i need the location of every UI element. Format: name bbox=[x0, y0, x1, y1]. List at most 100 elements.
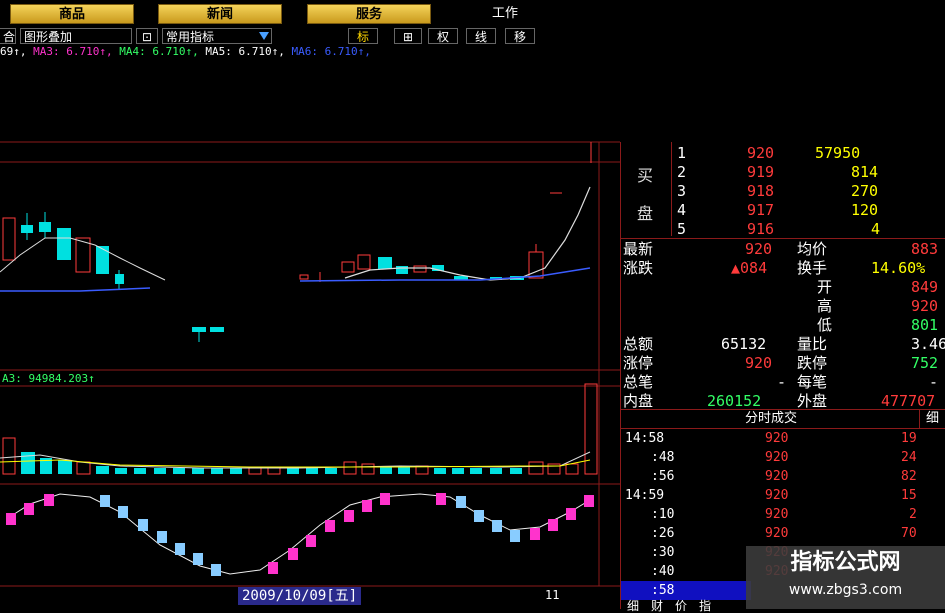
low-value: 801 bbox=[911, 316, 939, 334]
stat-row: 涨停 920 跌停 752 bbox=[621, 354, 945, 373]
tab-products[interactable]: 商品 bbox=[10, 4, 134, 24]
volume-ma-label: A3: 94984.203↑ bbox=[2, 372, 95, 385]
tab-news[interactable]: 新闻 bbox=[158, 4, 282, 24]
ma-prefix: 69↑, bbox=[0, 45, 27, 58]
orderbook-row[interactable]: 5 916 4 bbox=[621, 220, 945, 239]
candle bbox=[210, 327, 224, 332]
limit-up-value: 920 bbox=[745, 354, 773, 372]
toolbar-item-combine[interactable]: 合 bbox=[0, 28, 16, 44]
tick-row: 14:59 920 15 bbox=[621, 486, 945, 505]
volume: 814 bbox=[851, 163, 879, 181]
ticks-detail-tab[interactable]: 细 bbox=[919, 410, 939, 428]
chart-toolbar: 合 图形叠加 ⊡ 常用指标 标 ⊞ 权 线 移 bbox=[0, 28, 535, 44]
open-label: 开 bbox=[817, 278, 833, 296]
mark-button[interactable]: 标 bbox=[348, 28, 378, 44]
chevron-down-icon bbox=[259, 32, 269, 40]
tab-finance[interactable]: 财 bbox=[651, 600, 663, 612]
open-value: 849 bbox=[911, 278, 939, 296]
candle bbox=[2, 217, 16, 261]
ma-line-blue-2 bbox=[299, 267, 591, 282]
limit-up-label: 涨停 bbox=[623, 354, 654, 372]
volume: 4 bbox=[871, 220, 881, 238]
tick-time: :30 bbox=[651, 545, 675, 560]
orderbook-row[interactable]: 4 917 120 bbox=[621, 201, 945, 220]
stat-row: 高 920 bbox=[621, 297, 945, 316]
ticks-header: 分时成交 细 bbox=[621, 409, 945, 429]
lock-icon[interactable]: ⊡ bbox=[136, 28, 158, 44]
ma3-label: MA3: 6.710↑, bbox=[33, 45, 113, 58]
tick-time: :56 bbox=[651, 469, 675, 484]
total-amount-value: 65132 bbox=[721, 335, 767, 353]
price: 920 bbox=[747, 144, 775, 162]
rights-button[interactable]: 权 bbox=[428, 28, 458, 44]
tab-workspace[interactable]: 工作 bbox=[470, 4, 540, 24]
grid-icon[interactable]: ⊞ bbox=[394, 28, 422, 44]
candle bbox=[413, 265, 427, 273]
ma-line-white bbox=[0, 237, 166, 281]
tab-services[interactable]: 服务 bbox=[307, 4, 431, 24]
per-tick-label: 每笔 bbox=[797, 373, 828, 391]
per-tick-value: - bbox=[929, 373, 939, 391]
low-label: 低 bbox=[817, 316, 833, 334]
stat-row: 开 849 bbox=[621, 278, 945, 297]
volume-bars bbox=[2, 383, 598, 475]
divider bbox=[621, 238, 945, 239]
tick-price: 920 bbox=[765, 507, 789, 522]
ma-line-blue bbox=[0, 287, 151, 292]
line-button[interactable]: 线 bbox=[466, 28, 496, 44]
tick-time: :10 bbox=[651, 507, 675, 522]
orderbook-row[interactable]: 2 919 814 bbox=[621, 163, 945, 182]
candle bbox=[378, 257, 392, 269]
candle bbox=[96, 246, 109, 274]
tick-time: 14:59 bbox=[625, 488, 665, 503]
indicator-select-label: 常用指标 bbox=[166, 30, 215, 44]
candle bbox=[396, 266, 408, 274]
ma5-label: MA5: 6.710↑, bbox=[205, 45, 285, 58]
tick-volume: 2 bbox=[909, 507, 917, 522]
candle bbox=[57, 228, 71, 260]
tick-price: 920 bbox=[765, 431, 789, 446]
tab-price[interactable]: 价 bbox=[675, 600, 687, 612]
level: 3 bbox=[677, 182, 687, 200]
stat-row: 涨跌 ▲084 换手 14.60% bbox=[621, 259, 945, 278]
price: 916 bbox=[747, 220, 775, 238]
price: 919 bbox=[747, 163, 775, 181]
level: 1 bbox=[677, 144, 687, 162]
candle bbox=[357, 254, 371, 270]
date-label: 2009/10/09[五] bbox=[238, 587, 362, 605]
volume-ma-yellow bbox=[0, 459, 591, 468]
volume: 120 bbox=[851, 201, 879, 219]
stat-row: 总额 65132 量比 3.46 bbox=[621, 335, 945, 354]
tab-detail[interactable]: 细 bbox=[627, 600, 639, 612]
stat-row: 总笔 - 每笔 - bbox=[621, 373, 945, 392]
total-amount-label: 总额 bbox=[623, 335, 654, 353]
total-ticks-label: 总笔 bbox=[623, 373, 654, 391]
turnover-label: 换手 bbox=[797, 259, 828, 277]
tick-time: 14:58 bbox=[625, 431, 665, 446]
overlay-button[interactable]: 图形叠加 bbox=[20, 28, 132, 44]
candlesticks bbox=[2, 142, 592, 342]
level: 5 bbox=[677, 220, 687, 238]
quote-panel: 买 盘 1 920 57950 2 919 814 3 918 270 4 91… bbox=[620, 142, 945, 612]
tick-row: :48 920 24 bbox=[621, 448, 945, 467]
ratio-label: 量比 bbox=[797, 335, 828, 353]
watermark: 指标公式网 www.zbgs3.com bbox=[746, 546, 945, 609]
ticks-title: 分时成交 bbox=[745, 411, 798, 426]
change-label: 涨跌 bbox=[623, 259, 654, 277]
tick-volume: 15 bbox=[901, 488, 917, 503]
total-ticks-value: - bbox=[777, 373, 787, 391]
tick-row-selected[interactable]: :58 bbox=[621, 581, 751, 600]
indicator-select[interactable]: 常用指标 bbox=[162, 28, 272, 44]
candle bbox=[299, 274, 309, 280]
change-value: ▲084 bbox=[731, 259, 768, 277]
tick-price: 920 bbox=[765, 488, 789, 503]
orderbook-row[interactable]: 1 920 57950 bbox=[621, 144, 945, 163]
chart-area[interactable] bbox=[0, 60, 620, 609]
watermark-url: www.zbgs3.com bbox=[788, 582, 903, 598]
move-button[interactable]: 移 bbox=[505, 28, 535, 44]
tab-index[interactable]: 指 bbox=[699, 600, 711, 612]
orderbook-row[interactable]: 3 918 270 bbox=[621, 182, 945, 201]
high-value: 920 bbox=[911, 297, 939, 315]
tick-price: 920 bbox=[765, 450, 789, 465]
tick-volume: 70 bbox=[901, 526, 917, 541]
